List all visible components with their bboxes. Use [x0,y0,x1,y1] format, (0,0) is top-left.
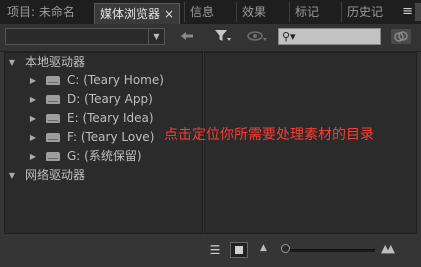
drive-label: F: (Teary Love) [67,130,155,144]
expand-right-icon[interactable]: ▶ [28,109,38,128]
panel-menu-icon[interactable]: ≡ [402,5,413,18]
zoom-slider-track[interactable] [283,249,375,252]
zoom-in-icon[interactable]: ▲▲ [381,242,395,255]
hard-drive-icon [46,152,60,161]
search-field[interactable]: ⚲▾ [278,28,381,45]
tab-media-browser[interactable]: 媒体浏览器 × [94,3,181,24]
zoom-out-icon[interactable]: ▲ [260,243,267,253]
panel-tab-bar: 项目: 未命名 媒体浏览器 × 信息 效果 标记 历史记 ≡ [0,0,421,24]
tab-project[interactable]: 项目: 未命名 [2,2,80,22]
icon-view-glyph [235,246,243,254]
tree-node-label: 网络驱动器 [25,168,86,182]
hard-drive-icon [46,133,60,142]
path-dropdown[interactable]: ▼ [5,28,165,45]
drive-label: C: (Teary Home) [67,73,164,87]
tab-effects[interactable]: 效果 [236,2,271,22]
drive-label: E: (Teary Idea) [67,111,154,125]
back-arrow-icon[interactable] [180,29,194,47]
drive-label: D: (Teary App) [67,92,153,106]
link-icon[interactable] [390,28,412,49]
tab-overflow-scroll[interactable] [415,3,421,21]
eye-icon[interactable] [247,29,269,47]
close-tab-icon[interactable]: × [164,7,174,21]
list-view-icon[interactable]: ☰ [206,242,224,258]
hard-drive-icon [46,95,60,104]
expand-right-icon[interactable]: ▶ [28,90,38,109]
expand-right-icon[interactable]: ▶ [28,71,38,90]
tab-media-browser-label: 媒体浏览器 [100,7,161,21]
media-toolbar: ▼ ⚲▾ [0,24,421,52]
drive-label: G: (系统保留) [67,149,142,163]
expand-right-icon[interactable]: ▶ [28,147,38,166]
media-browser-window: 项目: 未命名 媒体浏览器 × 信息 效果 标记 历史记 ≡ ▼ ⚲▾ ▼ 本地… [0,0,421,267]
hard-drive-icon [46,114,60,123]
tree-node-label: 本地驱动器 [25,55,86,69]
tab-info[interactable]: 信息 [184,2,219,22]
icon-view-icon[interactable] [230,242,248,258]
search-icon: ⚲▾ [282,30,296,43]
chevron-down-icon[interactable]: ▼ [148,29,164,44]
expand-right-icon[interactable]: ▶ [28,128,38,147]
expand-down-icon[interactable]: ▼ [7,53,17,72]
zoom-slider-handle[interactable] [281,244,290,253]
view-controls-bar: ☰ ▲ ▲▲ [0,234,421,267]
instruction-annotation: 点击定位你所需要处理素材的目录 [164,127,374,143]
tab-history[interactable]: 历史记 [341,2,388,22]
hard-drive-icon [46,76,60,85]
expand-down-icon[interactable]: ▼ [7,166,17,185]
tab-markers[interactable]: 标记 [289,2,324,22]
filter-icon[interactable] [214,29,232,47]
